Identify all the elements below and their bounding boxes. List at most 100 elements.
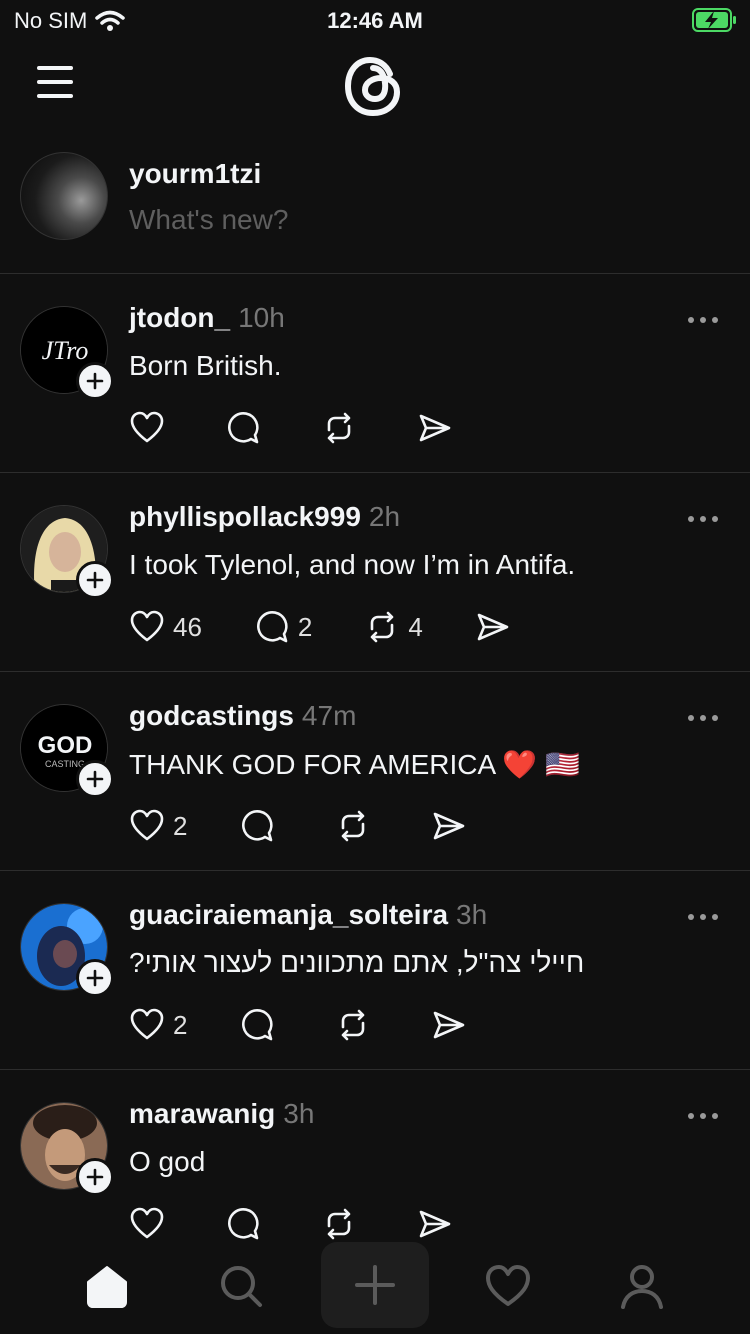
follow-plus-icon[interactable] <box>76 760 114 798</box>
post[interactable]: guaciraiemanja_solteira 3h חיילי צה"ל, א… <box>0 871 750 1070</box>
post-username[interactable]: jtodon_ <box>129 302 230 334</box>
post-username[interactable]: marawanig <box>129 1098 275 1130</box>
post-time: 3h <box>283 1098 315 1129</box>
more-icon[interactable] <box>686 507 720 531</box>
repost-icon <box>342 810 365 842</box>
status-time: 12:46 AM <box>327 8 423 33</box>
feed[interactable]: JTro jtodon_ 10h Born British. phyllispo… <box>0 274 750 1240</box>
like-count: 2 <box>173 810 188 841</box>
threads-logo[interactable] <box>340 52 408 120</box>
repost-button[interactable] <box>335 808 383 844</box>
bottom-nav <box>0 1240 750 1334</box>
post-text: I took Tylenol, and now I’m in Antifa. <box>129 549 576 580</box>
repost-button[interactable]: 4 <box>364 609 426 645</box>
heart-icon <box>130 411 164 443</box>
post-username[interactable]: guaciraiemanja_solteira <box>129 899 448 931</box>
share-icon <box>419 414 451 442</box>
reply-button[interactable] <box>239 808 287 844</box>
like-button[interactable] <box>129 1206 177 1240</box>
svg-text:JTro: JTro <box>42 336 89 365</box>
top-bar <box>0 40 750 136</box>
repost-icon <box>327 1208 351 1240</box>
follow-plus-icon[interactable] <box>76 362 114 400</box>
share-icon <box>434 1011 465 1039</box>
user-avatar[interactable] <box>20 152 108 240</box>
post-time: 2h <box>368 501 401 532</box>
post-actions: 2 <box>129 808 515 844</box>
share-icon <box>419 1210 451 1238</box>
repost-icon <box>327 412 351 444</box>
share-button[interactable] <box>431 1007 467 1043</box>
post-header: jtodon_ 10h <box>129 302 285 334</box>
post[interactable]: phyllispollack999 2h I took Tylenol, and… <box>0 473 750 672</box>
nav-home[interactable] <box>77 1256 137 1316</box>
more-icon[interactable] <box>686 905 720 929</box>
repost-button[interactable] <box>335 1007 383 1043</box>
search-icon <box>221 1266 262 1307</box>
repost-count: 4 <box>408 611 423 642</box>
reply-icon <box>242 810 274 842</box>
composer-input[interactable]: What's new? <box>129 204 288 236</box>
share-button[interactable] <box>417 1206 453 1240</box>
share-button[interactable] <box>431 808 467 844</box>
post-header: guaciraiemanja_solteira 3h <box>129 899 487 931</box>
post-username[interactable]: phyllispollack999 <box>129 501 361 533</box>
more-icon[interactable] <box>686 706 720 730</box>
heart-icon <box>130 809 164 841</box>
post-username[interactable]: godcastings <box>129 700 294 732</box>
repost-button[interactable] <box>321 1206 369 1240</box>
like-count: 46 <box>173 611 202 642</box>
post[interactable]: GOD CASTING godcastings 47m THANK GOD FO… <box>0 672 750 871</box>
post[interactable]: marawanig 3h O god <box>0 1070 750 1240</box>
repost-button[interactable] <box>321 410 369 446</box>
home-icon <box>87 1266 127 1308</box>
more-icon[interactable] <box>686 1104 720 1128</box>
menu-icon[interactable] <box>32 66 80 106</box>
share-button[interactable] <box>475 609 511 645</box>
heart-icon <box>130 610 164 642</box>
reply-button[interactable] <box>225 410 273 446</box>
post-actions: 2 <box>129 1007 515 1043</box>
share-button[interactable] <box>417 410 453 446</box>
post-time: 10h <box>238 302 285 333</box>
heart-icon <box>130 1207 164 1239</box>
reply-icon <box>228 1208 259 1240</box>
status-bar: No SIM 12:46 AM <box>0 0 750 40</box>
repost-icon <box>371 611 394 643</box>
post-time: 47m <box>301 700 357 731</box>
post-actions <box>129 410 501 446</box>
reply-button[interactable] <box>225 1206 273 1240</box>
like-button[interactable]: 2 <box>129 808 191 844</box>
nav-profile[interactable] <box>612 1256 672 1316</box>
like-button[interactable] <box>129 410 177 446</box>
composer-username: yourm1tzi <box>129 158 262 189</box>
like-button[interactable]: 2 <box>129 1007 191 1043</box>
post-text: Born British. <box>129 350 282 381</box>
battery-charging-icon <box>692 8 736 32</box>
activity-icon <box>486 1265 530 1306</box>
post-actions <box>129 1206 501 1240</box>
follow-plus-icon[interactable] <box>76 959 114 997</box>
reply-icon <box>242 1009 274 1041</box>
profile-icon <box>621 1265 663 1309</box>
repost-icon <box>342 1009 365 1041</box>
post-header: phyllispollack999 2h <box>129 501 400 533</box>
share-icon <box>477 613 509 641</box>
follow-plus-icon[interactable] <box>76 561 114 599</box>
reply-button[interactable] <box>239 1007 287 1043</box>
like-button[interactable]: 46 <box>129 609 206 645</box>
nav-search[interactable] <box>211 1256 271 1316</box>
share-icon <box>434 812 465 840</box>
nav-create[interactable] <box>321 1242 429 1328</box>
reply-button[interactable]: 2 <box>254 609 316 645</box>
composer[interactable]: yourm1tzi What's new? <box>0 140 750 274</box>
reply-icon <box>256 611 288 643</box>
follow-plus-icon[interactable] <box>76 1158 114 1196</box>
like-count: 2 <box>173 1009 188 1040</box>
more-icon[interactable] <box>686 308 720 332</box>
nav-activity[interactable] <box>478 1256 538 1316</box>
svg-text:GOD: GOD <box>38 732 93 759</box>
post[interactable]: JTro jtodon_ 10h Born British. <box>0 274 750 473</box>
reply-count: 2 <box>297 611 313 642</box>
create-icon <box>355 1265 395 1305</box>
